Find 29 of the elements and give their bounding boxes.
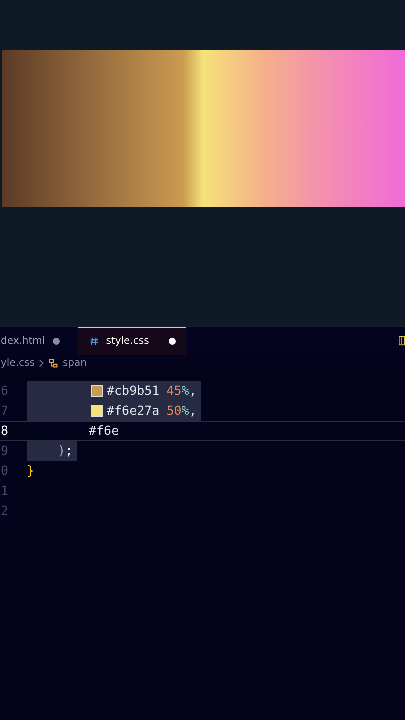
code-token: %	[182, 382, 190, 400]
code-token: #f6e27a	[107, 402, 160, 420]
code-token: 50	[166, 402, 182, 420]
chevron-icon	[38, 358, 44, 368]
editor-tab[interactable]: dex.html	[0, 327, 72, 355]
line-number: 0	[0, 462, 10, 480]
code-token: 45	[166, 382, 182, 400]
breadcrumb-item[interactable]: span	[62, 358, 87, 368]
line-number: 7	[0, 402, 10, 420]
line-number: 6	[0, 382, 10, 400]
editor-tab[interactable]: style.css	[78, 327, 186, 355]
code-token: )	[58, 442, 66, 460]
code-token: ,	[189, 402, 197, 420]
line-number: 8	[0, 422, 10, 440]
code-token: %	[182, 402, 190, 420]
code-token: #cb9b51	[107, 382, 160, 400]
split-editor-icon[interactable]	[399, 335, 405, 347]
code-token: ;	[66, 442, 74, 460]
line-number: 9	[0, 442, 10, 460]
symbol-icon	[48, 358, 59, 368]
line-number: 1	[0, 482, 10, 500]
line-number: 2	[0, 502, 10, 520]
code-token: }	[27, 462, 35, 480]
code-token: #f6e	[89, 422, 120, 440]
code-token: ,	[189, 382, 197, 400]
tab-label: dex.html	[1, 336, 46, 347]
hash-icon	[90, 337, 100, 346]
breadcrumb-item[interactable]: yle.css	[1, 358, 35, 368]
tab-label: style.css	[106, 336, 150, 347]
